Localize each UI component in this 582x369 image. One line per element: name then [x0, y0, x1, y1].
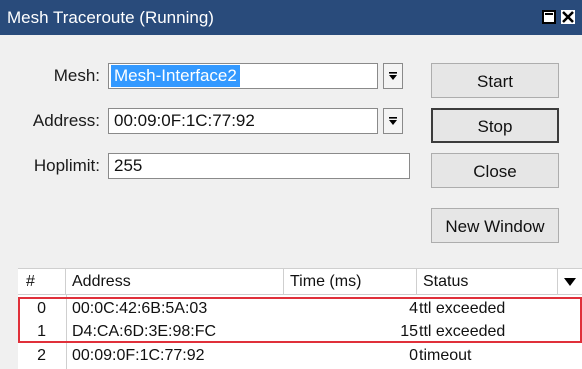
table-row[interactable]: 1 D4:CA:6D:3E:98:FC 15 ttl exceeded — [18, 321, 582, 343]
column-menu-arrow-icon — [564, 278, 576, 286]
close-button[interactable]: Close — [431, 153, 559, 188]
table-header: # Address Time (ms) Status — [18, 268, 582, 295]
table-row[interactable]: 0 00:0C:42:6B:5A:03 4 ttl exceeded — [18, 298, 582, 320]
address-label: Address: — [32, 111, 100, 130]
start-button[interactable]: Start — [431, 63, 559, 98]
window-title: Mesh Traceroute (Running) — [7, 8, 214, 27]
address-input[interactable]: 00:09:0F:1C:77:92 — [108, 108, 378, 134]
column-header-address[interactable]: Address — [66, 269, 284, 295]
maximize-icon[interactable] — [542, 10, 556, 24]
dropdown-arrow-icon — [389, 117, 397, 125]
mesh-select[interactable]: Mesh-Interface2 — [108, 63, 378, 89]
row-status: timeout — [419, 347, 472, 364]
row-status: ttl exceeded — [419, 300, 506, 317]
row-time: 4 — [409, 300, 418, 317]
table-row[interactable]: 2 00:09:0F:1C:77:92 0 timeout — [18, 345, 582, 367]
row-status: ttl exceeded — [419, 323, 506, 340]
mesh-traceroute-window: Mesh Traceroute (Running) Mesh: Mesh-Int… — [0, 0, 582, 369]
close-icon[interactable] — [561, 10, 575, 24]
column-header-num[interactable]: # — [18, 269, 66, 295]
stop-button[interactable]: Stop — [431, 108, 559, 143]
column-menu-button[interactable] — [558, 269, 582, 295]
mesh-dropdown-button[interactable] — [383, 63, 403, 89]
title-bar: Mesh Traceroute (Running) — [0, 0, 582, 35]
mesh-value: Mesh-Interface2 — [111, 65, 240, 87]
new-window-button[interactable]: New Window — [431, 208, 559, 243]
results-table: 0 00:0C:42:6B:5A:03 4 ttl exceeded 1 D4:… — [18, 295, 582, 369]
hoplimit-label: Hoplimit: — [33, 156, 100, 175]
row-time: 15 — [400, 323, 418, 340]
address-dropdown-button[interactable] — [383, 108, 403, 134]
mesh-label: Mesh: — [53, 66, 100, 85]
dropdown-arrow-icon — [389, 72, 397, 80]
hoplimit-input[interactable]: 255 — [108, 153, 410, 179]
row-time: 0 — [409, 347, 418, 364]
column-header-status[interactable]: Status — [417, 269, 558, 295]
column-header-time[interactable]: Time (ms) — [284, 269, 417, 295]
